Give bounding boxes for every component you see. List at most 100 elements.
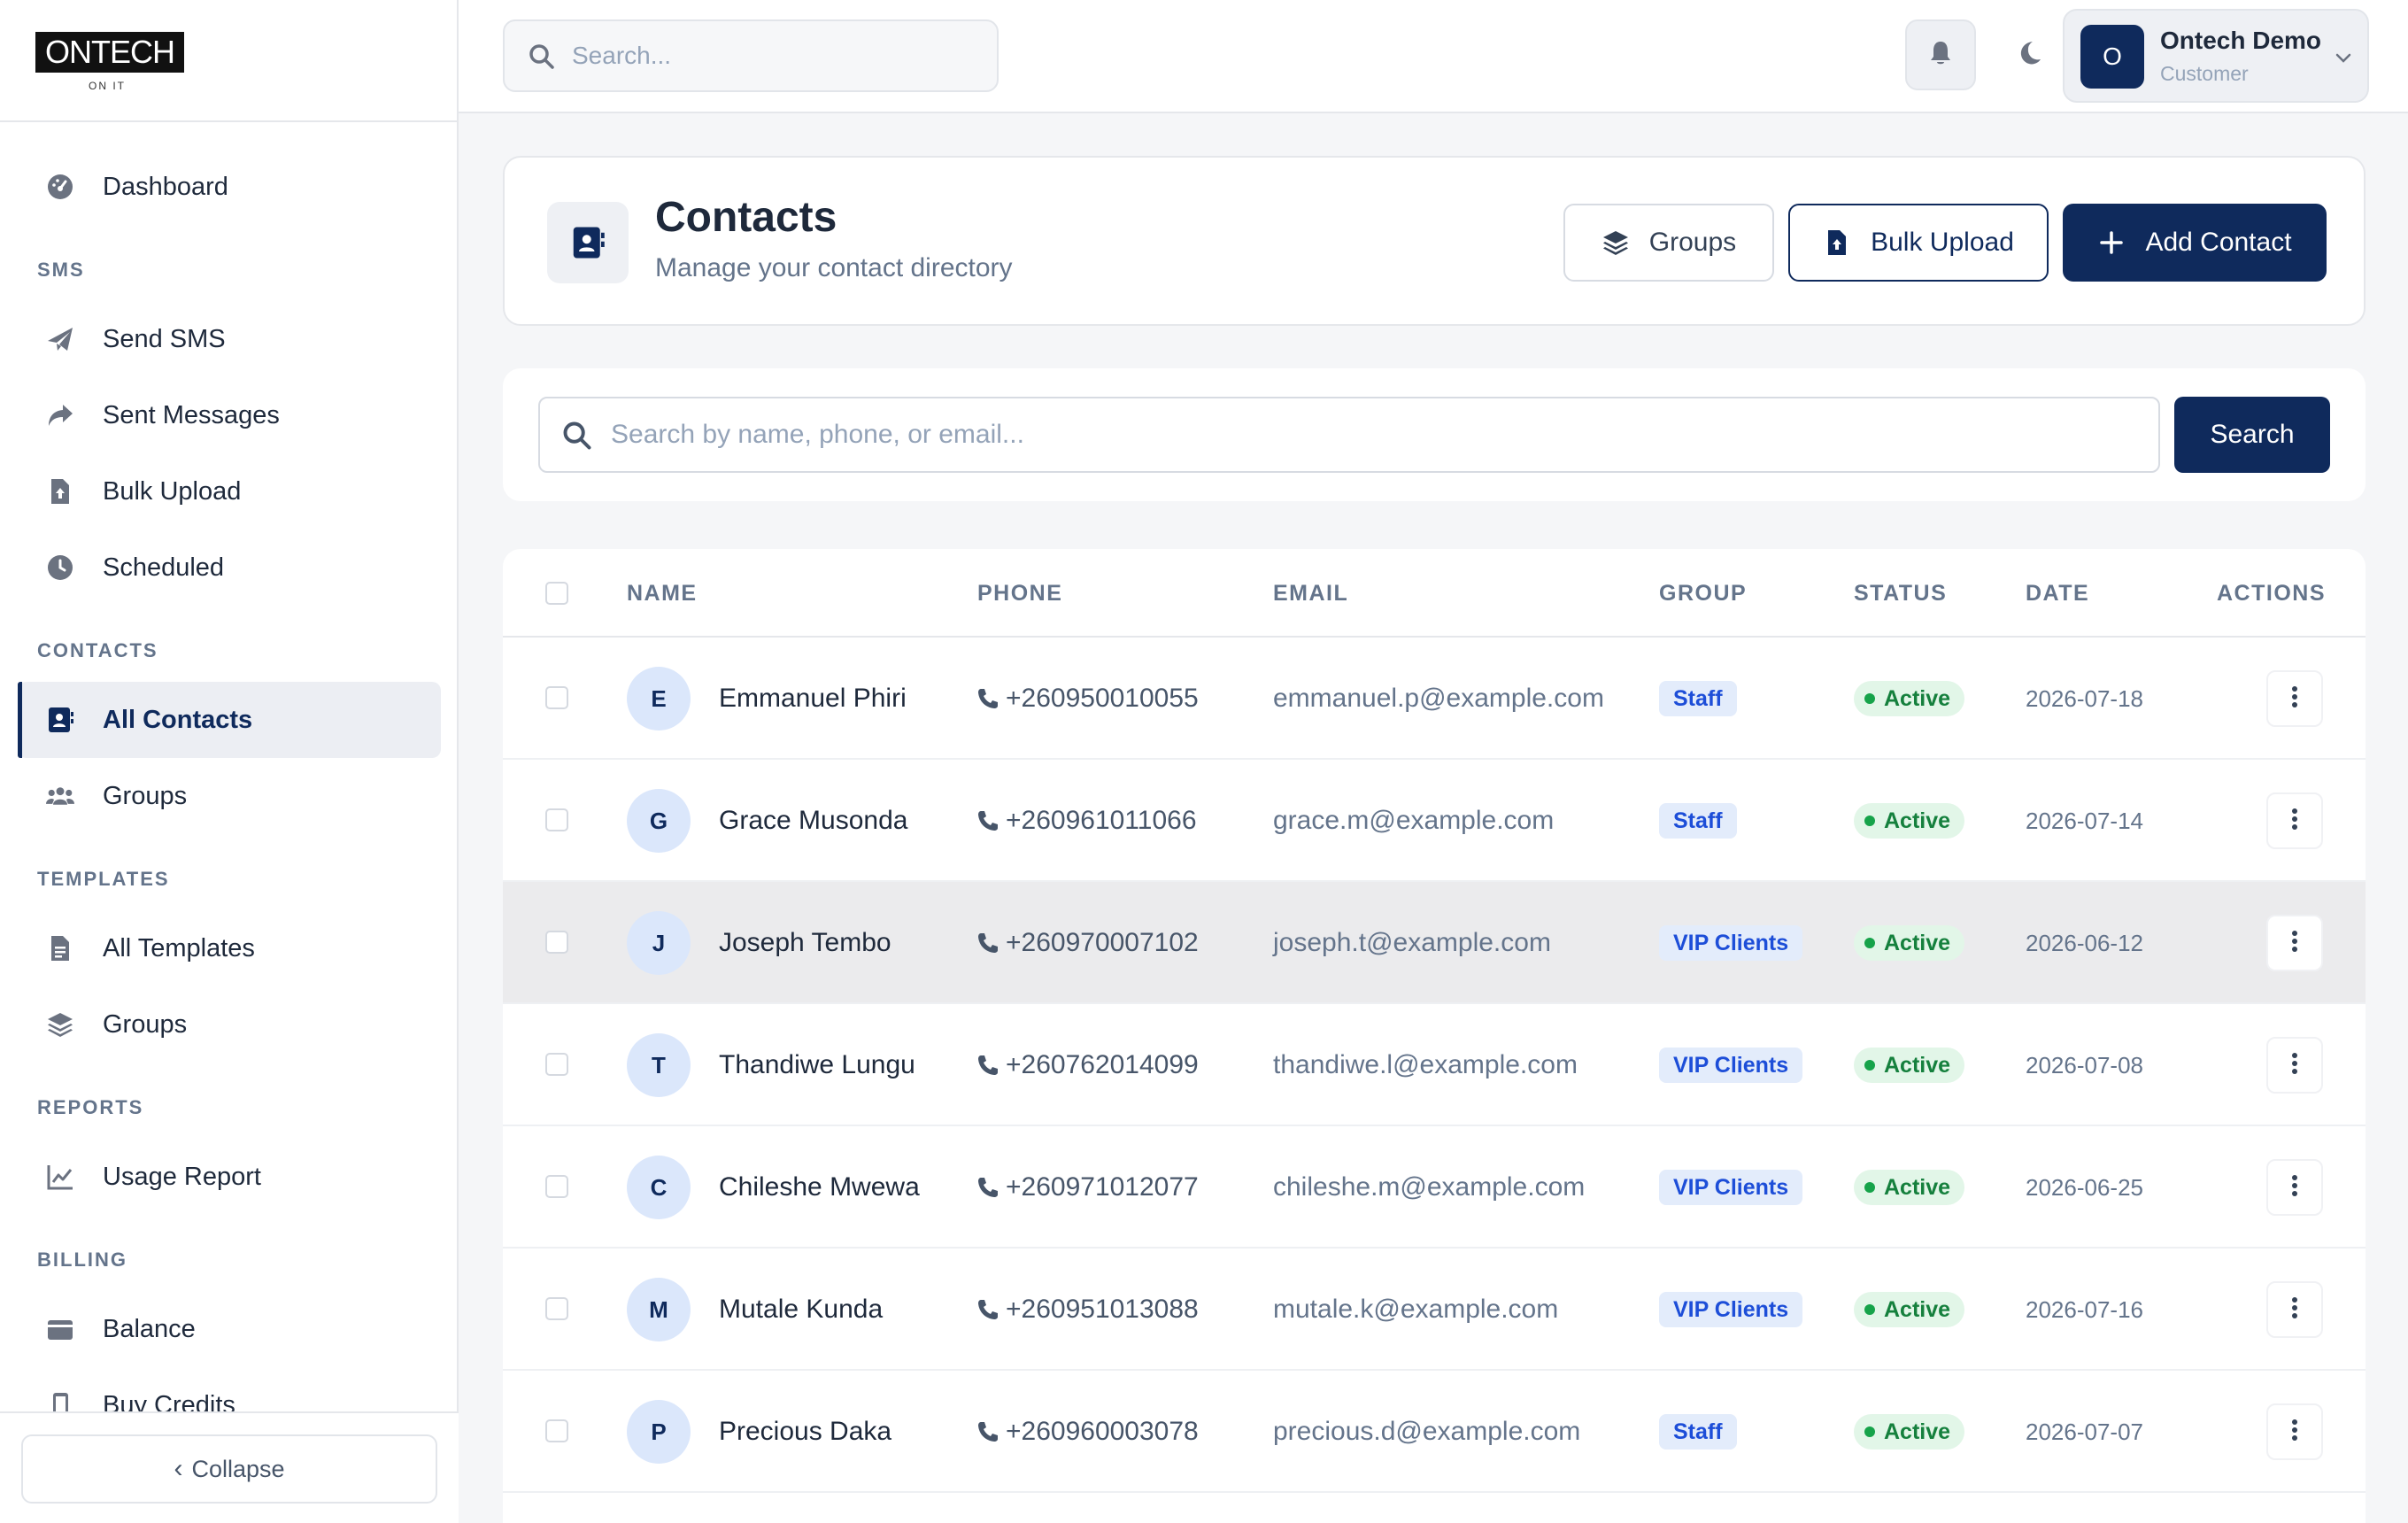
sidebar-item-label: All Contacts	[103, 705, 253, 734]
table-header: NAME PHONE EMAIL GROUP STATUS DATE ACTIO…	[503, 549, 2366, 638]
row-actions-button[interactable]	[2266, 1403, 2323, 1460]
global-search-input[interactable]: Search...	[503, 19, 999, 92]
contact-phone: +260951013088	[976, 1249, 1199, 1371]
column-header-date[interactable]: DATE	[2026, 549, 2089, 638]
wallet-icon	[46, 1315, 74, 1343]
search-button[interactable]: Search	[2174, 397, 2330, 473]
status-label: Active	[1884, 1174, 1951, 1200]
contact-name: Thandiwe Lungu	[719, 1050, 915, 1079]
sidebar-item-sent-messages[interactable]: Sent Messages	[18, 377, 441, 453]
column-header-status[interactable]: STATUS	[1854, 549, 1947, 638]
phone-icon	[976, 931, 1000, 955]
collapse-button[interactable]: ‹ Collapse	[21, 1434, 437, 1504]
more-vertical-icon	[2291, 1051, 2298, 1080]
table-row[interactable]: J Joseph Tembo +260970007102 joseph.t@examp…	[503, 882, 2366, 1004]
bulk-upload-label: Bulk Upload	[1871, 228, 2014, 257]
contact-date: 2026-07-08	[2026, 1051, 2143, 1078]
phone-icon	[976, 1053, 1000, 1078]
column-header-group[interactable]: GROUP	[1659, 549, 1747, 638]
line-chart-icon	[46, 1163, 74, 1191]
group-cell: Staff	[1659, 1371, 1737, 1493]
sidebar-item-usage-report[interactable]: Usage Report	[18, 1139, 441, 1215]
sidebar-item-bulk-upload[interactable]: Bulk Upload	[18, 453, 441, 530]
status-cell: Active	[1854, 882, 1965, 1004]
status-label: Active	[1884, 685, 1951, 711]
row-actions-button[interactable]	[2266, 670, 2323, 727]
sidebar-item-balance[interactable]: Balance	[18, 1291, 441, 1367]
contact-avatar: G	[627, 789, 691, 853]
sidebar-item-all-contacts[interactable]: All Contacts	[18, 682, 441, 758]
table-row[interactable]: G Grace Musonda +260961011066 grace.m@examp…	[503, 760, 2366, 882]
clock-icon	[46, 553, 74, 582]
add-contact-button[interactable]: Add Contact	[2063, 204, 2327, 282]
sidebar: ONTECH ON IT Dashboard SMS Send SMS Sent…	[0, 0, 459, 1523]
status-label: Active	[1884, 1419, 1951, 1444]
contacts-table: NAME PHONE EMAIL GROUP STATUS DATE ACTIO…	[503, 549, 2366, 1523]
row-checkbox[interactable]	[545, 931, 568, 954]
share-arrow-icon	[46, 401, 74, 429]
search-icon	[561, 420, 593, 452]
group-badge: VIP Clients	[1659, 1048, 1803, 1083]
sidebar-item-send-sms[interactable]: Send SMS	[18, 301, 441, 377]
section-label-reports: REPORTS	[37, 1096, 144, 1118]
contact-search-bar: Search by name, phone, or email... Searc…	[503, 368, 2366, 501]
row-actions-button[interactable]	[2266, 792, 2323, 849]
more-vertical-icon	[2291, 684, 2298, 714]
column-header-email[interactable]: EMAIL	[1273, 549, 1348, 638]
contact-phone-number: +260950010055	[1006, 684, 1199, 713]
sidebar-item-scheduled[interactable]: Scheduled	[18, 530, 441, 606]
table-row[interactable]: C Chileshe Mwewa +260971012077 chileshe.m@e…	[503, 1126, 2366, 1249]
row-actions-button[interactable]	[2266, 1159, 2323, 1216]
row-actions-button[interactable]	[2266, 1037, 2323, 1094]
section-label-contacts: CONTACTS	[37, 639, 158, 661]
table-row[interactable]: P Precious Daka +260960003078 precious.d@ex…	[503, 1371, 2366, 1493]
table-row[interactable]: E Emmanuel Phiri +260950010055 emmanuel.p@e…	[503, 638, 2366, 760]
row-checkbox[interactable]	[545, 1419, 568, 1442]
phone-icon	[976, 1419, 1000, 1444]
column-header-name[interactable]: NAME	[627, 549, 698, 638]
file-upload-icon	[1823, 228, 1851, 257]
sidebar-nav: Dashboard SMS Send SMS Sent Messages Bul…	[0, 149, 459, 1443]
contact-name: Mutale Kunda	[719, 1295, 884, 1324]
section-label-templates: TEMPLATES	[37, 868, 170, 890]
ontech-logo[interactable]: ONTECH	[35, 32, 184, 73]
row-actions-button[interactable]	[2266, 1281, 2323, 1338]
group-cell: VIP Clients	[1659, 1004, 1803, 1126]
status-badge: Active	[1854, 803, 1965, 839]
sidebar-item-contact-groups[interactable]: Groups	[18, 758, 441, 834]
row-checkbox[interactable]	[545, 1175, 568, 1198]
sidebar-item-template-groups[interactable]: Groups	[18, 986, 441, 1063]
sidebar-item-dashboard[interactable]: Dashboard	[18, 149, 441, 225]
dark-mode-toggle[interactable]	[1994, 19, 2065, 90]
row-checkbox[interactable]	[545, 808, 568, 831]
bulk-upload-button[interactable]: Bulk Upload	[1788, 204, 2049, 282]
moon-icon	[2015, 39, 2043, 72]
phone-icon	[976, 1175, 1000, 1200]
column-header-phone[interactable]: PHONE	[977, 549, 1062, 638]
section-label-sms: SMS	[37, 259, 85, 281]
row-checkbox[interactable]	[545, 1053, 568, 1076]
contact-email: thandiwe.l@example.com	[1273, 1050, 1578, 1079]
global-search-placeholder: Search...	[572, 42, 672, 69]
contact-name: Precious Daka	[719, 1417, 892, 1446]
user-menu[interactable]: O Ontech Demo Customer	[2063, 9, 2369, 103]
status-badge: Active	[1854, 925, 1965, 961]
status-dot-icon	[1864, 938, 1875, 948]
row-checkbox[interactable]	[545, 686, 568, 709]
contact-search-input[interactable]: Search by name, phone, or email...	[538, 397, 2160, 473]
contact-phone-number: +260970007102	[1006, 928, 1199, 957]
file-text-icon	[46, 934, 74, 963]
row-actions-button[interactable]	[2266, 915, 2323, 971]
table-row[interactable]: T Thandiwe Lungu +260762014099 thandiwe.l@e…	[503, 1004, 2366, 1126]
groups-button[interactable]: Groups	[1563, 204, 1774, 282]
table-row[interactable]: M Mutale Kunda +260951013088 mutale.k@examp…	[503, 1249, 2366, 1371]
sidebar-item-all-templates[interactable]: All Templates	[18, 910, 441, 986]
status-badge: Active	[1854, 1048, 1965, 1083]
select-all-checkbox[interactable]	[545, 582, 568, 605]
contact-email: grace.m@example.com	[1273, 806, 1555, 835]
contact-phone: +260762014099	[976, 1004, 1199, 1126]
row-checkbox[interactable]	[545, 1297, 568, 1320]
contact-name: Grace Musonda	[719, 806, 908, 835]
notifications-button[interactable]	[1905, 19, 1976, 90]
group-badge: Staff	[1659, 1414, 1737, 1450]
